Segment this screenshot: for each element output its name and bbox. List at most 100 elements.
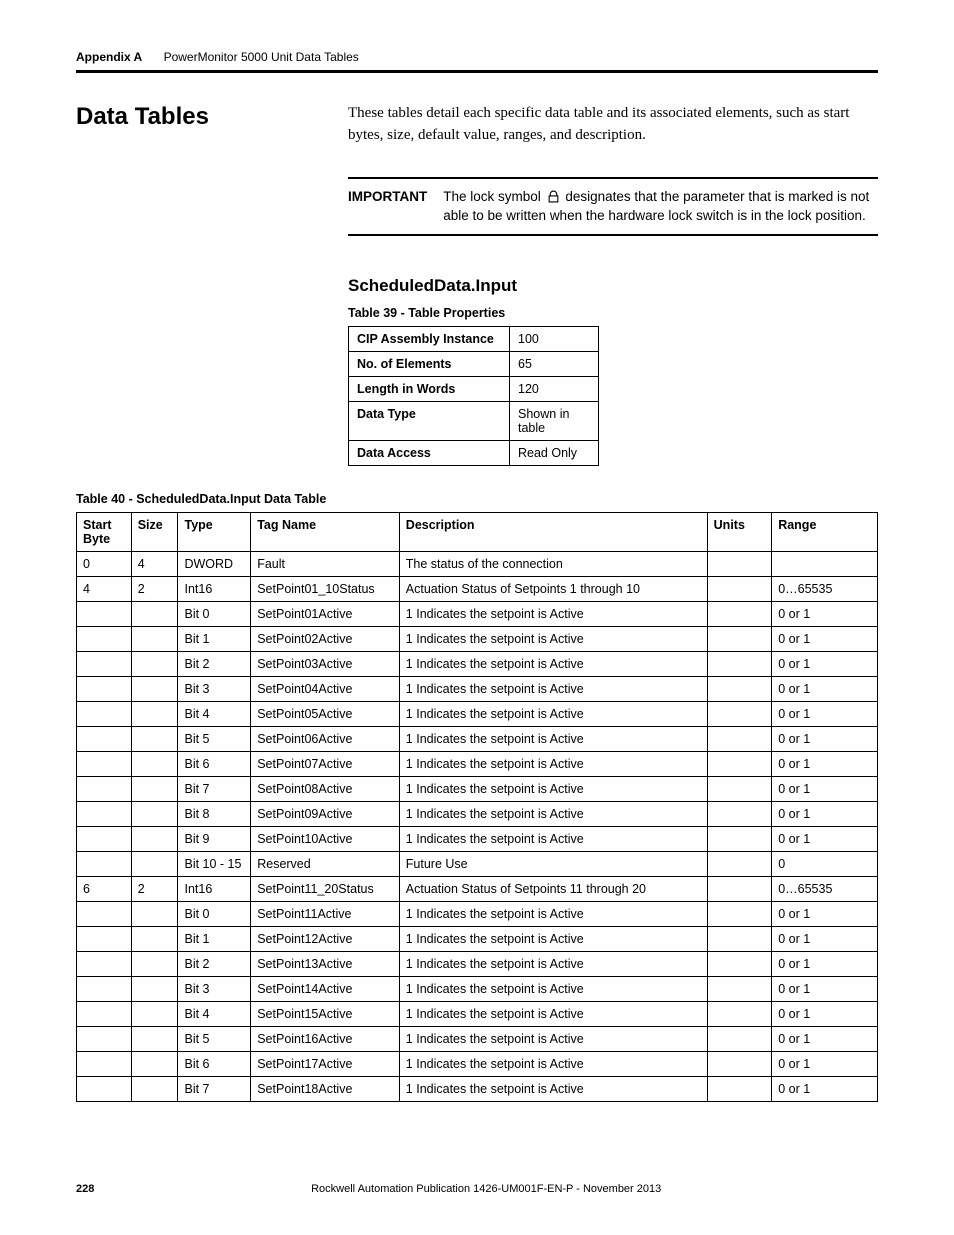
table-row: Data TypeShown in table bbox=[349, 401, 599, 440]
data-table: Start Byte Size Type Tag Name Descriptio… bbox=[76, 512, 878, 1102]
cell-start-byte bbox=[77, 676, 132, 701]
cell-description: The status of the connection bbox=[399, 551, 707, 576]
cell-size bbox=[131, 901, 178, 926]
cell-tag-name: Reserved bbox=[251, 851, 400, 876]
cell-units bbox=[707, 876, 772, 901]
col-units: Units bbox=[707, 512, 772, 551]
cell-tag-name: SetPoint02Active bbox=[251, 626, 400, 651]
header-rule bbox=[76, 70, 878, 73]
cell-size: 2 bbox=[131, 576, 178, 601]
cell-range: 0 or 1 bbox=[772, 901, 878, 926]
section-heading: Data Tables bbox=[76, 103, 308, 147]
prop-value: 100 bbox=[510, 326, 599, 351]
cell-description: 1 Indicates the setpoint is Active bbox=[399, 801, 707, 826]
cell-type: Bit 1 bbox=[178, 626, 251, 651]
cell-units bbox=[707, 826, 772, 851]
cell-description: 1 Indicates the setpoint is Active bbox=[399, 826, 707, 851]
important-body: The lock symbol designates that the para… bbox=[443, 187, 878, 226]
cell-range: 0 or 1 bbox=[772, 1051, 878, 1076]
cell-range: 0 or 1 bbox=[772, 826, 878, 851]
col-range: Range bbox=[772, 512, 878, 551]
cell-range: 0 bbox=[772, 851, 878, 876]
cell-type: Bit 6 bbox=[178, 1051, 251, 1076]
cell-type: Bit 8 bbox=[178, 801, 251, 826]
cell-type: Int16 bbox=[178, 576, 251, 601]
cell-description: 1 Indicates the setpoint is Active bbox=[399, 651, 707, 676]
cell-type: DWORD bbox=[178, 551, 251, 576]
cell-start-byte bbox=[77, 1051, 132, 1076]
cell-type: Bit 3 bbox=[178, 676, 251, 701]
cell-range: 0…65535 bbox=[772, 576, 878, 601]
cell-tag-name: SetPoint15Active bbox=[251, 1001, 400, 1026]
cell-type: Bit 9 bbox=[178, 826, 251, 851]
cell-size bbox=[131, 801, 178, 826]
cell-type: Bit 3 bbox=[178, 976, 251, 1001]
cell-description: 1 Indicates the setpoint is Active bbox=[399, 1051, 707, 1076]
cell-tag-name: SetPoint14Active bbox=[251, 976, 400, 1001]
col-type: Type bbox=[178, 512, 251, 551]
cell-start-byte bbox=[77, 901, 132, 926]
table-row: Bit 2SetPoint13Active1 Indicates the set… bbox=[77, 951, 878, 976]
prop-value: Read Only bbox=[510, 440, 599, 465]
cell-units bbox=[707, 926, 772, 951]
prop-key: Data Type bbox=[349, 401, 510, 440]
cell-description: 1 Indicates the setpoint is Active bbox=[399, 976, 707, 1001]
cell-description: 1 Indicates the setpoint is Active bbox=[399, 901, 707, 926]
table-row: Data AccessRead Only bbox=[349, 440, 599, 465]
cell-description: 1 Indicates the setpoint is Active bbox=[399, 751, 707, 776]
cell-description: 1 Indicates the setpoint is Active bbox=[399, 926, 707, 951]
cell-tag-name: SetPoint16Active bbox=[251, 1026, 400, 1051]
cell-start-byte bbox=[77, 826, 132, 851]
table-row: Bit 5SetPoint16Active1 Indicates the set… bbox=[77, 1026, 878, 1051]
cell-description: 1 Indicates the setpoint is Active bbox=[399, 1076, 707, 1101]
table-row: Bit 3SetPoint04Active1 Indicates the set… bbox=[77, 676, 878, 701]
cell-start-byte bbox=[77, 1076, 132, 1101]
cell-units bbox=[707, 1001, 772, 1026]
cell-type: Bit 5 bbox=[178, 726, 251, 751]
cell-units bbox=[707, 1051, 772, 1076]
lock-icon bbox=[545, 189, 562, 204]
cell-range: 0 or 1 bbox=[772, 601, 878, 626]
page-header: Appendix A PowerMonitor 5000 Unit Data T… bbox=[76, 50, 878, 64]
cell-type: Bit 7 bbox=[178, 1076, 251, 1101]
cell-units bbox=[707, 951, 772, 976]
col-description: Description bbox=[399, 512, 707, 551]
cell-type: Bit 0 bbox=[178, 601, 251, 626]
cell-start-byte bbox=[77, 601, 132, 626]
intro-paragraph: These tables detail each specific data t… bbox=[348, 103, 878, 147]
table-row: Length in Words120 bbox=[349, 376, 599, 401]
cell-start-byte bbox=[77, 801, 132, 826]
table-row: Bit 6SetPoint07Active1 Indicates the set… bbox=[77, 751, 878, 776]
cell-start-byte bbox=[77, 1001, 132, 1026]
cell-units bbox=[707, 801, 772, 826]
table-row: 42Int16SetPoint01_10StatusActuation Stat… bbox=[77, 576, 878, 601]
cell-size bbox=[131, 1051, 178, 1076]
prop-value: 120 bbox=[510, 376, 599, 401]
cell-range: 0 or 1 bbox=[772, 976, 878, 1001]
cell-size: 4 bbox=[131, 551, 178, 576]
cell-tag-name: SetPoint04Active bbox=[251, 676, 400, 701]
table40-caption: Table 40 - ScheduledData.Input Data Tabl… bbox=[76, 492, 878, 506]
cell-tag-name: SetPoint11_20Status bbox=[251, 876, 400, 901]
cell-start-byte: 4 bbox=[77, 576, 132, 601]
cell-units bbox=[707, 976, 772, 1001]
cell-description: 1 Indicates the setpoint is Active bbox=[399, 726, 707, 751]
cell-range: 0 or 1 bbox=[772, 676, 878, 701]
cell-description: 1 Indicates the setpoint is Active bbox=[399, 601, 707, 626]
cell-description: 1 Indicates the setpoint is Active bbox=[399, 626, 707, 651]
cell-size bbox=[131, 826, 178, 851]
cell-range: 0 or 1 bbox=[772, 1001, 878, 1026]
cell-tag-name: SetPoint17Active bbox=[251, 1051, 400, 1076]
cell-type: Bit 2 bbox=[178, 951, 251, 976]
cell-type: Bit 5 bbox=[178, 1026, 251, 1051]
cell-type: Bit 6 bbox=[178, 751, 251, 776]
table-row: No. of Elements65 bbox=[349, 351, 599, 376]
table-row: Bit 3SetPoint14Active1 Indicates the set… bbox=[77, 976, 878, 1001]
cell-tag-name: SetPoint07Active bbox=[251, 751, 400, 776]
page-footer: 228 Rockwell Automation Publication 1426… bbox=[76, 1183, 878, 1195]
table39-caption: Table 39 - Table Properties bbox=[348, 306, 878, 320]
prop-key: Data Access bbox=[349, 440, 510, 465]
table-row: Bit 5SetPoint06Active1 Indicates the set… bbox=[77, 726, 878, 751]
cell-units bbox=[707, 626, 772, 651]
col-start-byte: Start Byte bbox=[77, 512, 132, 551]
